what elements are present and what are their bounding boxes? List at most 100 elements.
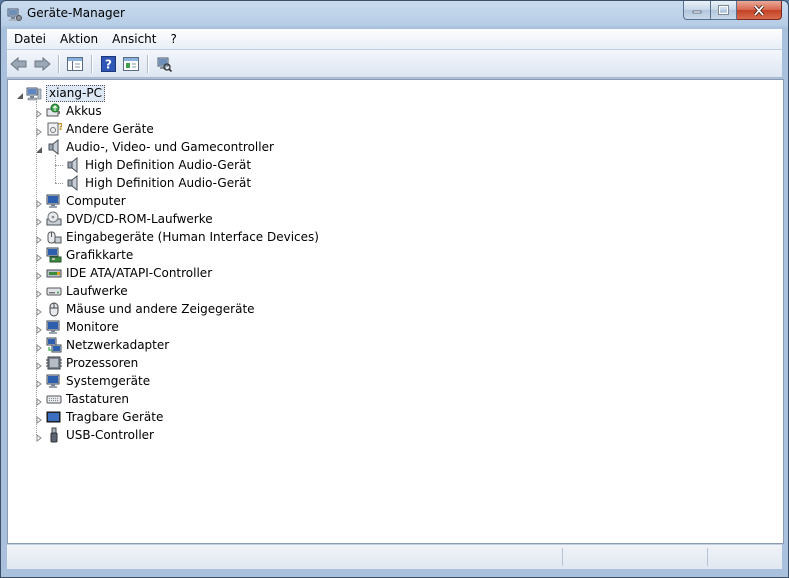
tree-device[interactable]: High Definition Audio-Gerät [8, 174, 783, 192]
tree-category[interactable]: USB-Controller [8, 426, 783, 444]
processor-icon [46, 355, 62, 371]
tree-category[interactable]: ? Andere Geräte [8, 120, 783, 138]
toolbar-separator [91, 54, 92, 73]
tree-item-label: Tragbare Geräte [66, 410, 164, 424]
tree-category[interactable]: Laufwerke [8, 282, 783, 300]
tree-item-label: Monitore [66, 320, 119, 334]
help-button[interactable]: ? [97, 53, 119, 75]
tree-connector [36, 101, 37, 435]
device-tree-panel[interactable]: xiang-PC Akkus? Andere Geräte Audio-, Video… [7, 79, 784, 544]
show-hide-console-tree-icon [67, 56, 83, 71]
tree-connector [55, 183, 63, 184]
toolbar-separator [58, 54, 59, 73]
tree-item-label: Grafikkarte [66, 248, 134, 262]
portable-device-icon [46, 409, 62, 425]
status-divider [707, 548, 709, 566]
tree-root[interactable]: xiang-PC [8, 84, 783, 102]
tree-category[interactable]: Eingabegeräte (Human Interface Devices) [8, 228, 783, 246]
usb-icon [46, 427, 62, 443]
help-icon: ? [100, 55, 116, 72]
tree-category[interactable]: Akkus [8, 102, 783, 120]
toolbar: ? [7, 50, 782, 78]
network-adapter-icon [46, 337, 62, 353]
minimize-icon [692, 10, 702, 14]
tree-category[interactable]: Computer [8, 192, 783, 210]
tree-category[interactable]: Netzwerkadapter [8, 336, 783, 354]
computer-icon [26, 85, 42, 101]
monitor-icon [46, 193, 62, 209]
tree-item-label: Laufwerke [66, 284, 128, 298]
tree-item-label: Netzwerkadapter [66, 338, 170, 352]
tree-item-label: Andere Geräte [66, 122, 154, 136]
system-device-icon [46, 373, 62, 389]
tree-category[interactable]: Systemgeräte [8, 372, 783, 390]
keyboard-icon [46, 391, 62, 407]
tree-category[interactable]: DVD/CD-ROM-Laufwerke [8, 210, 783, 228]
tree-category[interactable]: IDE ATA/ATAPI-Controller [8, 264, 783, 282]
speaker-icon [65, 156, 81, 174]
menu-datei[interactable]: Datei [7, 32, 53, 46]
console-tree-button[interactable] [64, 53, 86, 75]
properties-icon [123, 56, 139, 71]
tree-item-label: IDE ATA/ATAPI-Controller [66, 266, 213, 280]
tree-item-label: Eingabegeräte (Human Interface Devices) [66, 230, 319, 244]
speaker-icon [65, 174, 81, 192]
scan-hardware-icon [157, 57, 172, 72]
tree-item-label: xiang-PC [46, 85, 105, 102]
tree-item-label: Akkus [66, 104, 102, 118]
menu-aktion[interactable]: Aktion [53, 32, 105, 46]
collapse-arrow-icon[interactable] [16, 89, 24, 99]
mouse-icon [46, 301, 62, 317]
minimize-button[interactable] [683, 1, 711, 20]
tree-item-label: Computer [66, 194, 126, 208]
tree-category[interactable]: Audio-, Video- und Gamecontroller [8, 138, 783, 156]
properties-button[interactable] [120, 53, 142, 75]
disk-drive-icon [46, 283, 62, 299]
ide-controller-icon [46, 265, 62, 281]
close-icon [753, 4, 765, 16]
scan-hardware-button[interactable] [153, 53, 175, 75]
tree-category[interactable]: Prozessoren [8, 354, 783, 372]
tree-item-label: Mäuse und andere Zeigegeräte [66, 302, 255, 316]
tree-item-label: Tastaturen [66, 392, 129, 406]
tree-device[interactable]: High Definition Audio-Gerät [8, 156, 783, 174]
tree-category[interactable]: Grafikkarte [8, 246, 783, 264]
hid-icon [46, 229, 62, 245]
forward-arrow-icon [34, 56, 51, 71]
monitor-icon [46, 319, 62, 335]
battery-icon [46, 103, 62, 119]
tree-item-label: Prozessoren [66, 356, 139, 370]
close-button[interactable] [737, 1, 782, 20]
device-manager-icon [6, 6, 22, 22]
maximize-button[interactable] [711, 1, 737, 20]
tree-category[interactable]: Monitore [8, 318, 783, 336]
forward-button[interactable] [31, 53, 53, 75]
tree-item-label: Audio-, Video- und Gamecontroller [66, 140, 274, 154]
tree-item-label: High Definition Audio-Gerät [85, 176, 252, 190]
maximize-icon [718, 5, 729, 15]
menu-bar: Datei Aktion Ansicht ? [7, 29, 782, 50]
tree-connector [55, 165, 63, 166]
svg-text:?: ? [105, 57, 112, 71]
tree-connector [55, 155, 56, 183]
menu-ansicht[interactable]: Ansicht [105, 32, 163, 46]
unknown-device-icon: ? [46, 121, 64, 137]
tree-category[interactable]: Tastaturen [8, 390, 783, 408]
tree-item-label: Systemgeräte [66, 374, 151, 388]
window-title: Geräte-Manager [27, 6, 125, 20]
tree-item-label: DVD/CD-ROM-Laufwerke [66, 212, 213, 226]
tree-category[interactable]: Mäuse und andere Zeigegeräte [8, 300, 783, 318]
tree-item-label: High Definition Audio-Gerät [85, 158, 252, 172]
toolbar-separator [147, 54, 148, 73]
title-bar[interactable]: Geräte-Manager [1, 1, 788, 29]
dvd-drive-icon [46, 211, 62, 227]
tree-category[interactable]: Tragbare Geräte [8, 408, 783, 426]
menu-help[interactable]: ? [163, 32, 183, 46]
svg-text:?: ? [58, 122, 62, 133]
status-divider [562, 548, 564, 566]
status-bar [7, 544, 782, 569]
speaker-icon [46, 138, 62, 156]
display-adapter-icon [46, 247, 62, 263]
tree-item-label: USB-Controller [66, 428, 154, 442]
back-button[interactable] [8, 53, 30, 75]
